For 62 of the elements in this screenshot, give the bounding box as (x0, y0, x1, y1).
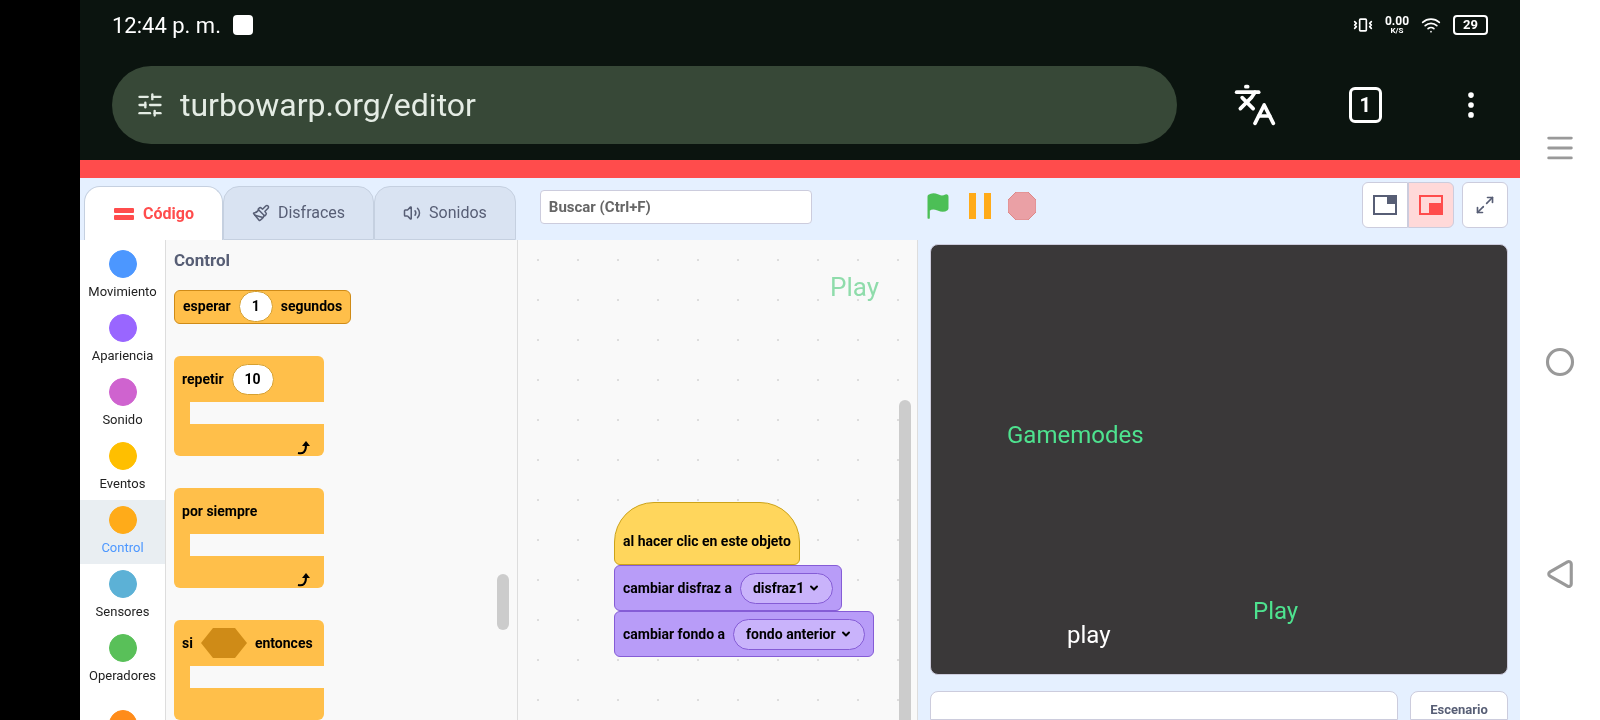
stage-text: Gamemodes (1007, 420, 1144, 451)
loop-arrow-icon (296, 440, 312, 456)
stage-selector[interactable]: Escenario (1410, 690, 1508, 720)
battery-indicator: 29 (1453, 14, 1488, 36)
code-icon (113, 205, 135, 222)
notification-icon (232, 15, 253, 35)
scrollbar[interactable] (899, 400, 911, 720)
home-icon[interactable] (1545, 347, 1575, 377)
wait-block[interactable]: esperar 1 segundos (174, 289, 352, 324)
c-block[interactable]: repetir 10 (174, 356, 324, 456)
speaker-icon (403, 204, 422, 222)
site-settings-icon (136, 91, 164, 119)
scrollbar[interactable] (497, 574, 509, 630)
category-item[interactable]: Apariencia (80, 308, 165, 372)
block-label: esperar (183, 297, 231, 317)
loop-arrow-icon (296, 572, 312, 588)
category-item[interactable]: Eventos (80, 436, 165, 500)
dropdown-menu[interactable]: fondo anterior (733, 618, 865, 650)
editor-tab[interactable]: Sonidos (374, 186, 516, 240)
stage-text: Play (1253, 596, 1299, 627)
search-field[interactable]: Buscar (Ctrl+F) (539, 190, 812, 224)
editor-tab[interactable]: Disfraces (222, 186, 375, 240)
block-label: por siempre (182, 501, 258, 521)
category-item[interactable]: Movimiento (80, 244, 165, 308)
address-bar[interactable]: turbowarp.org/editor (112, 66, 1177, 144)
back-icon[interactable] (1545, 559, 1575, 589)
category-item[interactable]: Sensores (80, 564, 165, 628)
large-stage-icon (1419, 195, 1443, 215)
translate-icon[interactable] (1232, 83, 1277, 127)
net-speed: 0.00 (1384, 15, 1410, 27)
number-input[interactable]: 1 (238, 291, 273, 323)
looks-block[interactable]: cambiar disfraz a disfraz1 (614, 565, 843, 611)
block-label: segundos (280, 297, 343, 317)
paintbrush-icon (251, 204, 270, 222)
dropdown-menu[interactable]: disfraz1 (739, 572, 834, 604)
small-stage-button[interactable] (1362, 182, 1408, 228)
stage-text: play (1067, 620, 1111, 651)
wifi-icon (1421, 15, 1442, 35)
category-item[interactable]: Operadores (80, 628, 165, 692)
block-label: si (182, 633, 193, 653)
pause-icon[interactable] (967, 193, 992, 219)
stop-icon[interactable] (1007, 192, 1036, 220)
block-label: entonces (254, 633, 313, 653)
stage[interactable]: Gamemodes Play play (930, 244, 1508, 675)
code-canvas[interactable]: Play al hacer clic en este objeto cambiar disfraz a disfraz1 cambiar fondo a fondo anterior (518, 240, 918, 720)
c-block[interactable]: por siempre (174, 488, 324, 588)
net-unit: K/S (1390, 27, 1404, 35)
fullscreen-button[interactable] (1462, 182, 1508, 228)
fullscreen-icon (1475, 195, 1495, 215)
category-item[interactable]: Sonido (80, 372, 165, 436)
c-block[interactable]: si entonces (174, 620, 324, 720)
looks-block[interactable]: cambiar fondo a fondo anterior (614, 611, 874, 657)
number-input[interactable]: 10 (231, 363, 274, 395)
clock-time: 12:44 p. m. (112, 11, 221, 40)
comment-text: Play (830, 271, 879, 304)
hat-block[interactable]: al hacer clic en este objeto (614, 502, 800, 565)
block-label: repetir (182, 369, 224, 389)
palette-title: Control (174, 249, 232, 272)
tab-count-button[interactable]: 1 (1348, 87, 1382, 123)
small-stage-icon (1373, 195, 1397, 215)
condition-slot-icon (200, 628, 247, 658)
vibrate-icon (1352, 15, 1373, 35)
